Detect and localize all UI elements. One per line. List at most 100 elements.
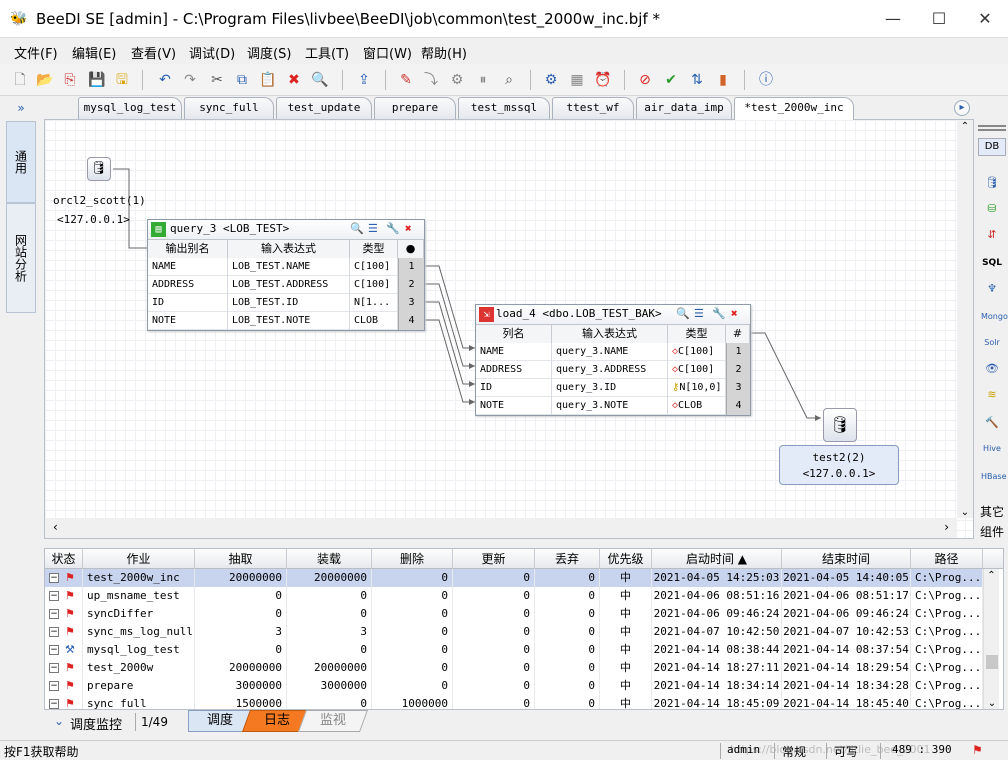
hive-icon[interactable]: Hive — [981, 439, 1003, 459]
query-field-row[interactable]: NAME LOB_TEST.NAME C[100] 1 — [148, 258, 424, 276]
col-header-end-time[interactable]: 结束时间 — [782, 549, 911, 569]
collapse-box-icon[interactable]: − — [49, 645, 59, 655]
collapse-box-icon[interactable]: − — [49, 681, 59, 691]
chart-icon[interactable]: ▮ — [713, 70, 733, 90]
layers-icon[interactable]: ≋ — [981, 385, 1003, 405]
hbase-icon[interactable]: HBase — [981, 467, 1007, 487]
paste-icon[interactable]: 📋 — [258, 70, 278, 90]
save-as-icon[interactable]: 🖫 — [112, 70, 132, 90]
col-header-start-time[interactable]: 启动时间 ▲ — [652, 549, 782, 569]
source-database-icon[interactable]: 🛢 — [87, 157, 111, 181]
find-icon[interactable]: 🔍 — [310, 70, 330, 90]
tab-prepare[interactable]: prepare — [374, 97, 456, 119]
wrench-icon[interactable]: 🔧 — [712, 305, 726, 323]
collapse-box-icon[interactable]: − — [49, 699, 59, 709]
table-row[interactable]: − ⚑ sync_full 1500000 0 1000000 0 0 中 2021-04-14 … — [45, 695, 983, 709]
scroll-down-icon[interactable]: ⌄ — [984, 698, 1000, 709]
check-icon[interactable]: ✔ — [661, 70, 681, 90]
scroll-left-icon[interactable]: ‹ — [53, 520, 58, 534]
open-icon[interactable]: 📂 — [35, 70, 55, 90]
table-row[interactable]: − ⚑ test_2000w 20000000 20000000 0 0 0 中 2021-04-… — [45, 659, 983, 677]
mongo-icon[interactable]: Mongo — [981, 307, 1008, 327]
edit-job-icon[interactable]: ✎ — [396, 70, 416, 90]
query-field-row[interactable]: ADDRESS LOB_TEST.ADDRESS C[100] 2 — [148, 276, 424, 294]
list-icon[interactable]: ☰ — [368, 220, 378, 238]
col-header-discard[interactable]: 丢弃 — [535, 549, 600, 569]
palette-tab-db[interactable]: DB — [978, 138, 1006, 156]
col-header-path[interactable]: 路径 — [911, 549, 983, 569]
scroll-up-icon[interactable]: ⌃ — [984, 569, 999, 583]
canvas-horizontal-scrollbar[interactable]: ‹ › — [45, 518, 957, 538]
menu-tools[interactable]: 工具(T) — [305, 43, 349, 62]
collapse-box-icon[interactable]: − — [49, 663, 59, 673]
save-icon[interactable]: 💾 — [87, 70, 107, 90]
col-header-load[interactable]: 装载 — [287, 549, 372, 569]
table-row[interactable]: − ⚑ test_2000w_inc 20000000 20000000 0 0 0 中 2021… — [45, 569, 983, 587]
scroll-right-icon[interactable]: › — [944, 520, 949, 534]
tab-watch[interactable]: 监视 — [297, 710, 369, 732]
search-icon[interactable]: 🔍 — [676, 305, 690, 323]
stop-icon[interactable]: ⊘ — [635, 70, 655, 90]
menu-edit[interactable]: 编辑(E) — [72, 43, 116, 62]
publish-icon[interactable]: ⇪ — [354, 70, 374, 90]
table-vertical-scrollbar[interactable]: ⌃ ⌄ — [983, 569, 999, 709]
load-field-row[interactable]: NOTE query_3.NOTE ◇CLOB 4 — [476, 397, 750, 415]
scroll-down-icon[interactable]: ⌄ — [957, 507, 973, 518]
col-header-extract[interactable]: 抽取 — [195, 549, 287, 569]
scroll-up-icon[interactable]: ⌃ — [957, 120, 973, 134]
col-header-status[interactable]: 状态 — [45, 549, 83, 569]
load-node[interactable]: ⇲ load_4 <dbo.LOB_TEST_BAK> 🔍 ☰ 🔧 ✖ 列名 输… — [475, 304, 751, 416]
close-node-icon[interactable]: ✖ — [405, 220, 412, 238]
import-icon[interactable]: ⎘ — [60, 70, 80, 90]
wrench-icon[interactable]: 🔧 — [386, 220, 400, 238]
minimize-button[interactable]: — — [870, 0, 916, 38]
pause-icon[interactable]: ⏸ — [473, 70, 493, 90]
menu-debug[interactable]: 调试(D) — [189, 43, 235, 62]
target-database-icon[interactable]: 🛢 — [823, 408, 857, 442]
sort-icon[interactable]: ⇅ — [687, 70, 707, 90]
expand-panel-button[interactable]: » — [6, 97, 36, 119]
collapse-box-icon[interactable]: − — [49, 573, 59, 583]
debug-icon[interactable]: ⚙ — [447, 70, 467, 90]
tab-ttest-wf[interactable]: ttest_wf — [552, 97, 634, 119]
load-field-row[interactable]: NAME query_3.NAME ◇C[100] 1 — [476, 343, 750, 361]
db-export-icon[interactable]: ⛁ — [981, 199, 1003, 219]
table-row[interactable]: − ⚑ up_msname_test 0 0 0 0 0 中 2021-04-06 08:51:1… — [45, 587, 983, 605]
copy-icon[interactable]: ⧉ — [232, 70, 252, 90]
monitor-icon[interactable]: ▦ — [567, 70, 587, 90]
palette-other[interactable]: 其它 — [976, 503, 1008, 520]
canvas-vertical-scrollbar[interactable]: ⌃ ⌄ — [957, 120, 973, 518]
tab-test-update[interactable]: test_update — [276, 97, 372, 119]
col-header-job[interactable]: 作业 — [83, 549, 195, 569]
search-icon[interactable]: 🔍 — [350, 220, 364, 238]
table-row[interactable]: − ⚑ sync_ms_log_null 3 3 0 0 0 中 2021-04-07 10:42… — [45, 623, 983, 641]
tab-test-2000w-inc[interactable]: *test_2000w_inc — [734, 97, 854, 120]
menu-view[interactable]: 查看(V) — [131, 43, 176, 62]
col-header-update[interactable]: 更新 — [453, 549, 535, 569]
col-header-priority[interactable]: 优先级 — [600, 549, 652, 569]
query-field-row[interactable]: NOTE LOB_TEST.NOTE CLOB 4 — [148, 312, 424, 330]
db-transfer-icon[interactable]: ⇵ — [981, 225, 1003, 245]
new-icon[interactable]: 🗋 — [10, 70, 30, 90]
close-button[interactable]: ✕ — [962, 0, 1008, 38]
palette-components[interactable]: 组件 — [976, 523, 1008, 540]
tab-air-data-imp[interactable]: air_data_imp — [636, 97, 732, 119]
query-node[interactable]: ▤ query_3 <LOB_TEST> 🔍 ☰ 🔧 ✖ 输出别名 输入表达式 … — [147, 219, 425, 331]
delete-icon[interactable]: ✖ — [284, 70, 304, 90]
run-step-icon[interactable]: ⤵ — [421, 70, 441, 90]
col-header-delete[interactable]: 删除 — [372, 549, 453, 569]
collapse-box-icon[interactable]: − — [49, 627, 59, 637]
solr-icon[interactable]: Solr — [981, 333, 1003, 353]
database-icon[interactable]: 🛢 — [981, 173, 1003, 193]
table-row[interactable]: − ⚑ syncDiffer 0 0 0 0 0 中 2021-04-06 09:46:24 202… — [45, 605, 983, 623]
menu-schedule[interactable]: 调度(S) — [247, 43, 291, 62]
menu-window[interactable]: 窗口(W) — [363, 43, 412, 62]
settings-icon[interactable]: ⚙ — [541, 70, 561, 90]
scroll-thumb[interactable] — [986, 655, 998, 669]
query-field-row[interactable]: ID LOB_TEST.ID N[1... 3 — [148, 294, 424, 312]
table-row[interactable]: − ⚑ prepare 3000000 3000000 0 0 0 中 2021-04-14 18… — [45, 677, 983, 695]
collapse-box-icon[interactable]: − — [49, 591, 59, 601]
collapse-chevron-icon[interactable]: ⌄ — [54, 714, 64, 728]
tab-test-mssql[interactable]: test_mssql — [458, 97, 550, 119]
menu-help[interactable]: 帮助(H) — [421, 43, 467, 62]
